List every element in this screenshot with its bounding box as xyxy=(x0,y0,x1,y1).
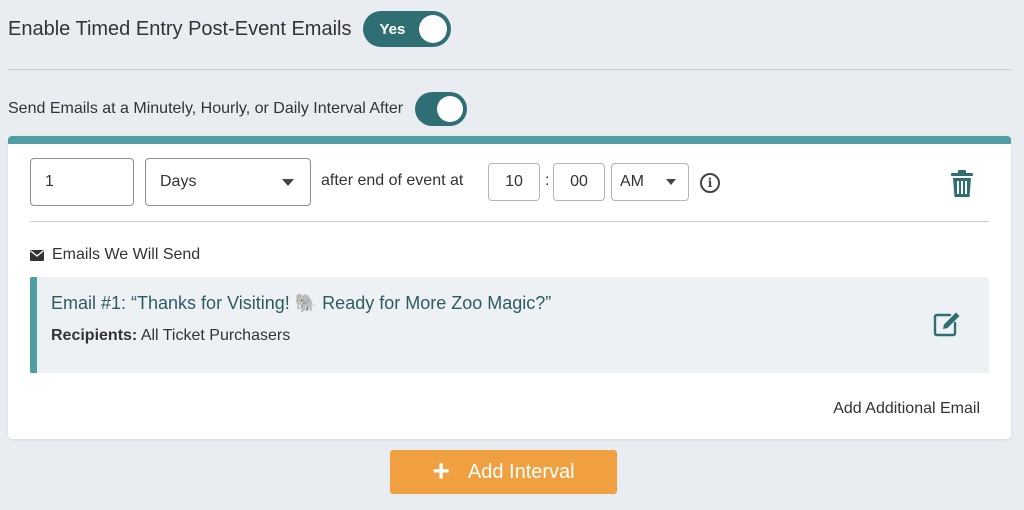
email-item: Email #1: “Thanks for Visiting! 🐘 Ready … xyxy=(30,277,989,373)
interval-toggle[interactable] xyxy=(415,92,468,126)
emails-heading: Emails We Will Send xyxy=(30,246,200,264)
interval-unit-select[interactable]: Days xyxy=(145,158,311,206)
envelope-icon xyxy=(30,249,44,261)
caret-down-icon xyxy=(282,178,294,186)
interval-amount-value: 1 xyxy=(45,173,54,190)
interval-row: Send Emails at a Minutely, Hourly, or Da… xyxy=(8,92,468,126)
card-divider xyxy=(30,221,989,222)
time-colon: : xyxy=(545,172,550,189)
enable-row: Enable Timed Entry Post-Event Emails Yes xyxy=(8,10,452,48)
minute-value: 00 xyxy=(570,173,588,190)
enable-toggle[interactable]: Yes xyxy=(363,11,452,47)
after-end-text: after end of event at xyxy=(321,172,464,189)
enable-label: Enable Timed Entry Post-Event Emails xyxy=(8,17,352,40)
hour-input[interactable]: 10 xyxy=(488,163,540,201)
ampm-select[interactable]: AM xyxy=(611,163,689,201)
recipients-value: All Ticket Purchasers xyxy=(140,327,291,344)
add-additional-email-link[interactable]: Add Additional Email xyxy=(833,400,980,418)
interval-label: Send Emails at a Minutely, Hourly, or Da… xyxy=(8,100,404,117)
toggle-knob xyxy=(437,96,464,122)
toggle-knob xyxy=(419,15,448,43)
interval-amount-input[interactable]: 1 xyxy=(30,158,134,206)
minute-input[interactable]: 00 xyxy=(553,163,605,201)
hour-value: 10 xyxy=(505,173,523,190)
recipients-label: Recipients: xyxy=(51,327,138,344)
add-interval-button[interactable]: + Add Interval xyxy=(390,450,617,494)
enable-toggle-label: Yes xyxy=(379,20,406,38)
email-title: Email #1: “Thanks for Visiting! 🐘 Ready … xyxy=(51,293,552,313)
add-interval-label: Add Interval xyxy=(467,460,575,483)
ampm-value: AM xyxy=(620,173,644,190)
trash-icon[interactable] xyxy=(951,170,973,198)
caret-down-icon xyxy=(666,179,676,185)
interval-card: 1 Days after end of event at 10 : 00 AM … xyxy=(8,136,1011,439)
section-divider xyxy=(8,69,1011,70)
interval-unit-value: Days xyxy=(160,173,197,190)
email-recipients: Recipients: All Ticket Purchasers xyxy=(51,327,290,345)
info-icon[interactable]: i xyxy=(700,173,720,193)
plus-icon: + xyxy=(432,455,450,488)
edit-icon[interactable] xyxy=(933,311,961,337)
emails-heading-text: Emails We Will Send xyxy=(52,246,201,263)
